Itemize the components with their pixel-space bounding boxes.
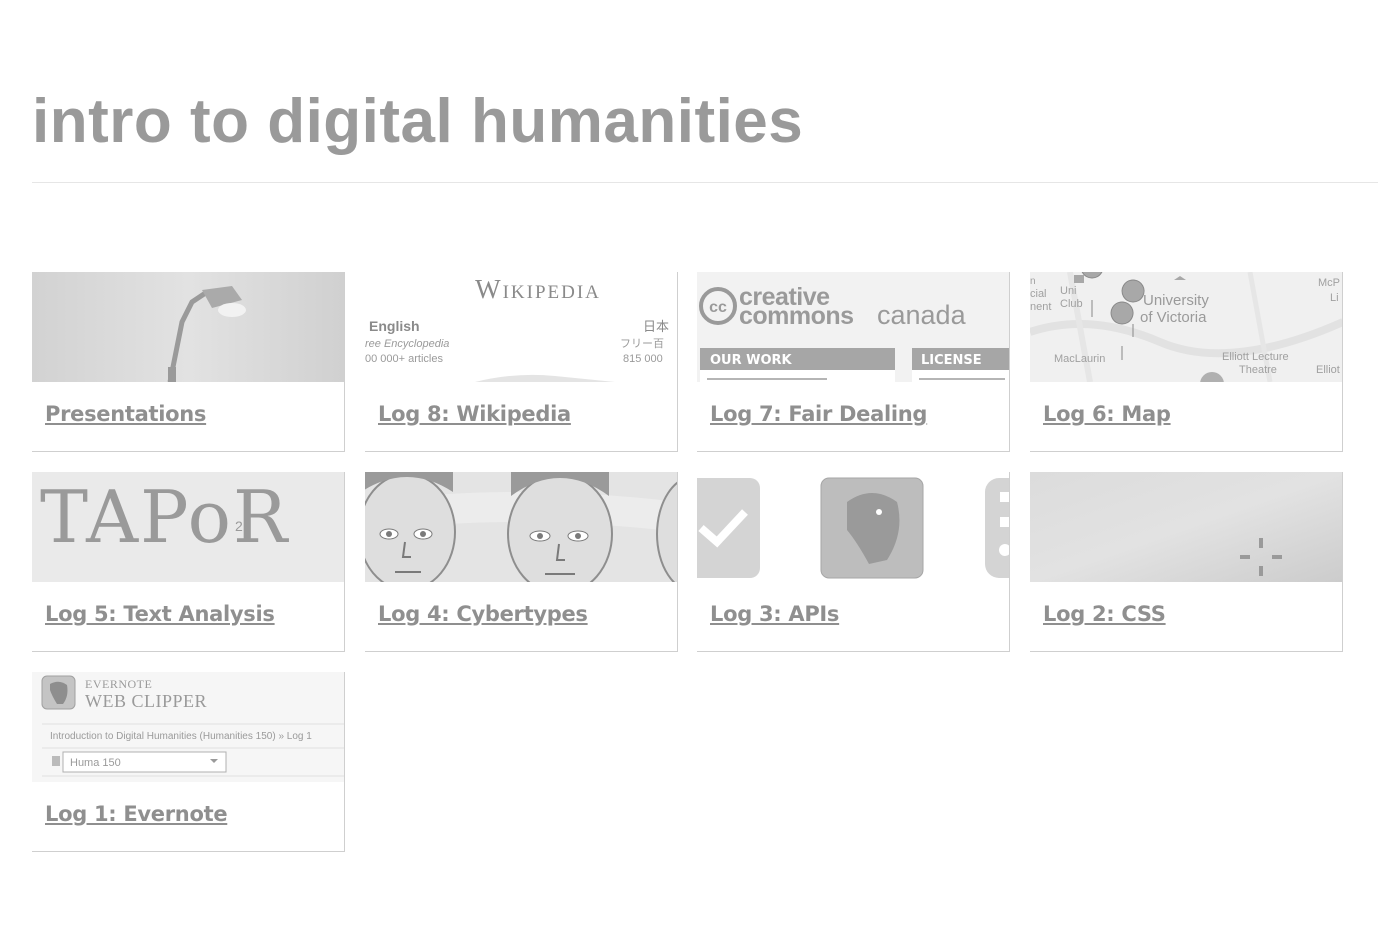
post-thumbnail[interactable]: Wikipedia English ree Encyclopedia 00 00… bbox=[365, 272, 677, 382]
map-frag6: Li bbox=[1330, 292, 1339, 304]
face bbox=[507, 472, 613, 582]
cc-badge: cc bbox=[709, 299, 727, 316]
post-title-link[interactable]: Log 2: CSS bbox=[1043, 602, 1166, 626]
post-thumbnail[interactable]: cc creative commons canada OUR WORK LICE… bbox=[697, 272, 1009, 382]
post-title-link[interactable]: Log 5: Text Analysis bbox=[45, 602, 275, 626]
map-frag7: Elliot bbox=[1316, 364, 1340, 376]
post-thumbnail[interactable] bbox=[1030, 472, 1342, 582]
map-icon: n cial nent Uni Club University of Victo… bbox=[1030, 272, 1342, 382]
clipper-notebook: Huma 150 bbox=[70, 757, 121, 769]
cc-tab1: OUR WORK bbox=[710, 353, 793, 368]
wikipedia-portal-icon: Wikipedia English ree Encyclopedia 00 00… bbox=[365, 274, 669, 382]
map-frag3: cial bbox=[1030, 288, 1047, 300]
post-title-link[interactable]: Log 6: Map bbox=[1043, 402, 1171, 426]
map-frag1: Uni bbox=[1060, 285, 1077, 297]
map-place2: of Victoria bbox=[1140, 309, 1207, 326]
post-title-link[interactable]: Log 4: Cybertypes bbox=[378, 602, 588, 626]
post-title-link[interactable]: Presentations bbox=[45, 402, 206, 426]
creative-commons-icon: cc creative commons canada OUR WORK LICE… bbox=[699, 283, 1009, 382]
post-card-log-7[interactable]: cc creative commons canada OUR WORK LICE… bbox=[697, 272, 1010, 452]
post-thumbnail[interactable]: EVERNOTE WEB CLIPPER Introduction to Dig… bbox=[32, 672, 344, 782]
map-place1: University bbox=[1143, 292, 1209, 309]
thumb-count: 00 000+ articles bbox=[365, 353, 443, 365]
post-card-log-6[interactable]: n cial nent Uni Club University of Victo… bbox=[1030, 272, 1343, 452]
site-title[interactable]: intro to digital humanities bbox=[32, 84, 803, 160]
map-place3: MacLaurin bbox=[1054, 353, 1105, 365]
tapor-badge: 2 bbox=[235, 518, 243, 534]
svg-text:n: n bbox=[1030, 276, 1036, 287]
post-thumbnail[interactable] bbox=[365, 472, 677, 582]
wikipedia-logo-text: Wikipedia bbox=[475, 274, 601, 304]
post-card-log-3[interactable]: Log 3: APIs bbox=[697, 472, 1010, 652]
post-card-log-4[interactable]: Log 4: Cybertypes bbox=[365, 472, 678, 652]
cc-line2: commons bbox=[739, 302, 854, 330]
app-icons-icon bbox=[697, 477, 1009, 579]
cartoon-faces-icon bbox=[365, 472, 677, 582]
clipper-brand: EVERNOTE bbox=[85, 677, 152, 691]
post-thumbnail[interactable]: TAPoR 2 bbox=[32, 472, 344, 582]
clipper-product: WEB CLIPPER bbox=[85, 691, 207, 711]
thumb-jp-count: 815 000 bbox=[623, 353, 663, 365]
cc-tab2: LICENSE bbox=[921, 353, 982, 368]
thumb-sub: ree Encyclopedia bbox=[365, 338, 449, 350]
thumb-lang: English bbox=[369, 318, 420, 334]
title-divider bbox=[32, 182, 1378, 183]
map-frag4: nent bbox=[1030, 301, 1051, 313]
map-frag2: Club bbox=[1060, 298, 1083, 310]
post-title-link[interactable]: Log 7: Fair Dealing bbox=[710, 402, 927, 426]
post-title-link[interactable]: Log 3: APIs bbox=[710, 602, 839, 626]
tapor-logo-icon: TAPoR 2 bbox=[40, 475, 289, 559]
thumb-jp-sub: フリー百 bbox=[620, 337, 664, 350]
map-place4: Elliott Lecture bbox=[1222, 351, 1289, 363]
post-thumbnail[interactable]: n cial nent Uni Club University of Victo… bbox=[1030, 272, 1342, 382]
map-place5: Theatre bbox=[1239, 364, 1277, 376]
post-card-log-2[interactable]: Log 2: CSS bbox=[1030, 472, 1343, 652]
streetlamp-photo-icon bbox=[32, 272, 344, 382]
face bbox=[365, 472, 456, 582]
post-card-log-1[interactable]: EVERNOTE WEB CLIPPER Introduction to Dig… bbox=[32, 672, 345, 852]
post-title-link[interactable]: Log 1: Evernote bbox=[45, 802, 228, 826]
tapor-logo-text: TAPoR bbox=[40, 475, 289, 559]
map-frag5: McP bbox=[1318, 277, 1340, 289]
post-thumbnail[interactable] bbox=[697, 472, 1009, 582]
post-card-log-5[interactable]: TAPoR 2 Log 5: Text Analysis bbox=[32, 472, 345, 652]
evernote-web-clipper-icon: EVERNOTE WEB CLIPPER Introduction to Dig… bbox=[41, 675, 344, 777]
post-card-log-8[interactable]: Wikipedia English ree Encyclopedia 00 00… bbox=[365, 272, 678, 452]
clipper-crumb: Introduction to Digital Humanities (Huma… bbox=[50, 731, 312, 742]
post-title-link[interactable]: Log 8: Wikipedia bbox=[378, 402, 571, 426]
thumb-jp: 日本 bbox=[643, 320, 669, 335]
gradient-screenshot-icon bbox=[1030, 472, 1342, 582]
post-thumbnail[interactable] bbox=[32, 272, 344, 382]
cc-line2b: canada bbox=[877, 300, 967, 330]
post-card-presentations[interactable]: Presentations bbox=[32, 272, 345, 452]
